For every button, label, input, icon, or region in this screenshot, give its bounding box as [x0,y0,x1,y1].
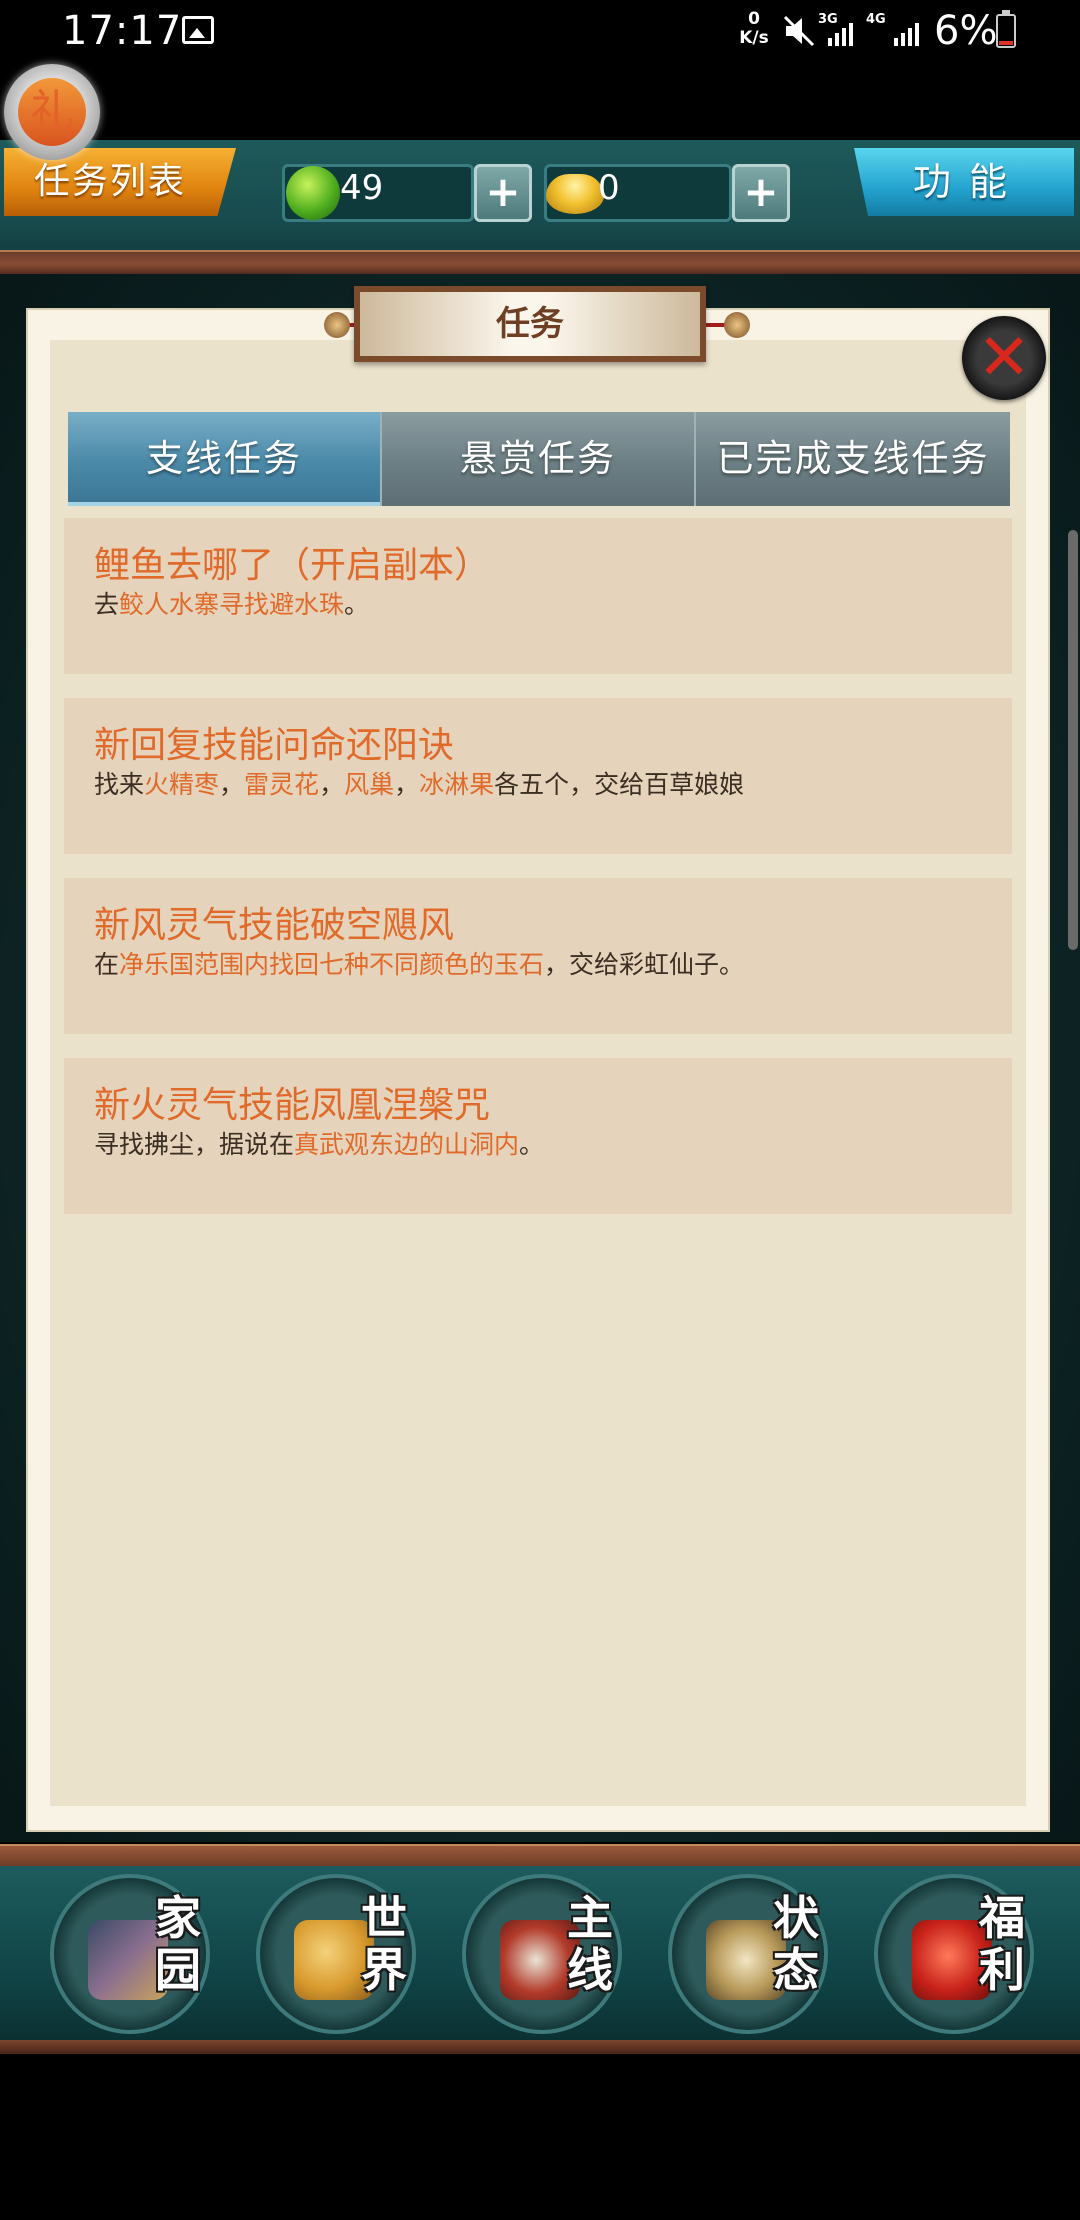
quest-title: 新风灵气技能破空飓风 [94,905,455,946]
desc-text: 寻找拂尘，据说在 [94,1130,295,1159]
desc-highlight: 净乐国范围内找回七种不同颜色的玉石 [119,950,545,979]
tab-bounty-quests[interactable]: 悬赏任务 [380,412,694,506]
quest-item[interactable]: 新火灵气技能凤凰涅槃咒 寻找拂尘，据说在真武观东边的山洞内。 [64,1058,1012,1214]
add-jade-button[interactable]: + [474,164,532,222]
desc-highlight: 雷灵花 [244,770,320,799]
quest-description: 寻找拂尘，据说在真武观东边的山洞内。 [94,1128,814,1162]
quest-title: 新回复技能问命还阳诀 [94,725,455,766]
desc-text: 。 [344,590,370,619]
desc-highlight: 真武观东边的山洞内 [294,1130,520,1159]
edge-scroll-handle[interactable] [1068,530,1078,950]
gold-ingot-icon [546,174,604,214]
quest-description: 在净乐国范围内找回七种不同颜色的玉石，交给彩虹仙子。 [94,948,814,982]
bottom-nav-rail [0,2040,1080,2054]
top-bar-rail [0,250,1080,276]
tab-branch-quests[interactable]: 支线任务 [68,412,380,506]
quest-description: 找来火精枣，雷灵花，风巢，冰淋果各五个，交给百草娘娘 [94,768,814,802]
network-speed: 0 K/s [734,10,774,48]
nav-home-button[interactable]: 家园 [50,1874,210,2034]
close-icon: ✕ [977,321,1031,395]
quest-title: 鲤鱼去哪了（开启副本） [94,545,491,586]
quest-title: 新火灵气技能凤凰涅槃咒 [94,1085,491,1126]
desc-text: 各五个，交给百草娘娘 [494,770,745,799]
desc-highlight: 火精枣 [144,770,220,799]
nav-main-quest-label: 主线 [567,1891,613,1997]
status-time: 17:17 [62,8,183,54]
add-gold-button[interactable]: + [732,164,790,222]
desc-highlight: 风巢 [344,770,395,799]
gift-label: 礼 [30,86,74,137]
signal-4g-icon [894,23,919,46]
mute-icon [783,15,815,47]
network-speed-value: 0 [748,9,760,29]
nav-world-label: 世界 [361,1891,407,1997]
nav-home-label: 家园 [155,1891,201,1997]
status-bar: 17:17 0 K/s 3G 4G 6% [0,0,1080,62]
tab-completed-branch-quests[interactable]: 已完成支线任务 [694,412,1010,506]
signal-3g-icon [828,23,853,46]
title-knob-right [724,312,750,338]
gallery-notification-icon [182,16,214,44]
quest-item[interactable]: 新风灵气技能破空飓风 在净乐国范围内找回七种不同颜色的玉石，交给彩虹仙子。 [64,878,1012,1034]
desc-text: ， [394,770,420,799]
function-button[interactable]: 功能 [854,148,1074,216]
quest-description: 去鲛人水寨寻找避水珠。 [94,588,814,622]
battery-icon [996,10,1016,48]
panel-title: 任务 [496,304,564,344]
desc-highlight: 冰淋果 [419,770,495,799]
desc-text: 在 [94,950,120,979]
network-4g-label: 4G [866,12,886,27]
bottom-nav-rail-top [0,1844,1080,1868]
nav-welfare-button[interactable]: 福利 [874,1874,1034,2034]
quest-item[interactable]: 新回复技能问命还阳诀 找来火精枣，雷灵花，风巢，冰淋果各五个，交给百草娘娘 [64,698,1012,854]
desc-text: 找来 [94,770,145,799]
nav-status-label: 状态 [773,1891,819,1997]
jade-value: 49 [340,168,384,208]
jade-coin-icon [286,166,340,220]
nav-main-quest-button[interactable]: 主线 [462,1874,622,2034]
nav-welfare-label: 福利 [979,1891,1025,1997]
desc-text: 去 [94,590,120,619]
nav-status-button[interactable]: 状态 [668,1874,828,2034]
desc-text: ， [319,770,345,799]
title-knob-left [324,312,350,338]
desc-text: 。 [519,1130,545,1159]
quest-item[interactable]: 鲤鱼去哪了（开启副本） 去鲛人水寨寻找避水珠。 [64,518,1012,674]
nav-world-button[interactable]: 世界 [256,1874,416,2034]
desc-text: ，交给彩虹仙子。 [544,950,745,979]
battery-percent: 6% [934,8,998,54]
desc-highlight: 鲛人水寨寻找避水珠 [119,590,345,619]
gift-icon[interactable]: 礼 [4,64,100,160]
network-speed-unit: K/s [739,28,769,48]
close-button[interactable]: ✕ [962,316,1046,400]
desc-text: ， [219,770,245,799]
gold-value: 0 [598,168,620,208]
